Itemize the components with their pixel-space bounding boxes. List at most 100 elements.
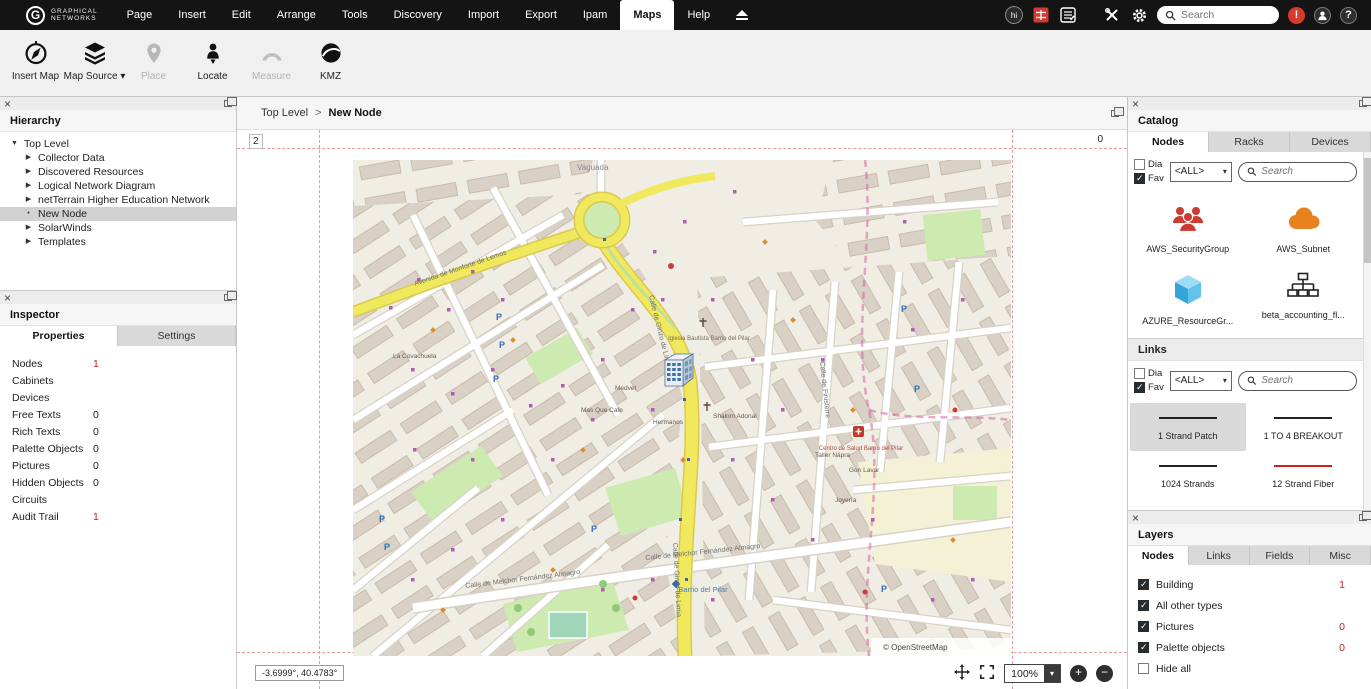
catalog-scrollbar[interactable] [1363, 152, 1371, 510]
checkbox[interactable] [1138, 642, 1149, 653]
checkbox[interactable] [1134, 159, 1145, 170]
menu-export[interactable]: Export [512, 0, 570, 30]
checkbox[interactable] [1138, 600, 1149, 611]
tab-properties[interactable]: Properties [0, 326, 118, 346]
fav-checkbox[interactable]: Fav [1134, 173, 1164, 184]
gear-icon[interactable] [1130, 6, 1148, 24]
close-icon[interactable]: × [4, 292, 11, 304]
catalog-search-input[interactable] [1261, 166, 1348, 177]
tab-layers-links[interactable]: Links [1189, 546, 1250, 565]
menu-insert[interactable]: Insert [165, 0, 219, 30]
tree-item-logical-network-diagram[interactable]: ▶ Logical Network Diagram [0, 179, 236, 193]
kmz-button[interactable]: KMZ [301, 36, 360, 82]
tree-item-discovered-resources[interactable]: ▶ Discovered Resources [0, 165, 236, 179]
dock-icon[interactable] [1111, 110, 1119, 117]
checklist-icon[interactable] [1059, 6, 1077, 24]
expander-icon[interactable]: ▶ [24, 151, 33, 165]
catalog-link-1-to-4-breakout[interactable]: 1 TO 4 BREAKOUT [1246, 403, 1362, 451]
map-container[interactable]: P P P P P P P P P Vaguada Avenida de Mon… [353, 160, 1011, 656]
layer-row-palette-objects[interactable]: Palette objects 0 [1128, 637, 1371, 658]
expander-icon[interactable]: ▶ [24, 221, 33, 235]
zoom-out-button[interactable]: − [1096, 665, 1113, 682]
layer-row-hide-all[interactable]: Hide all [1128, 658, 1371, 679]
catalog-link-1024-strands[interactable]: 1024 Strands [1130, 451, 1246, 499]
zoom-in-button[interactable]: + [1070, 665, 1087, 682]
dock-icon[interactable] [1359, 100, 1367, 107]
user-icon[interactable] [1314, 7, 1331, 24]
catalog-search[interactable] [1238, 162, 1357, 182]
tree-item-top-level[interactable]: ▼ Top Level [0, 137, 236, 151]
checkbox[interactable] [1134, 368, 1145, 379]
breadcrumb-parent[interactable]: Top Level [261, 107, 308, 119]
catalog-node-beta-accounting[interactable]: beta_accounting_fl... [1246, 262, 1362, 334]
catalog-link-1-strand-patch[interactable]: 1 Strand Patch [1130, 403, 1246, 451]
tools-icon[interactable] [1103, 6, 1121, 24]
catalog-node-aws-security-group[interactable]: AWS_SecurityGroup [1130, 194, 1246, 262]
checkbox[interactable] [1138, 663, 1149, 674]
links-search[interactable] [1238, 371, 1357, 391]
menu-discovery[interactable]: Discovery [381, 0, 455, 30]
dia-checkbox[interactable]: Dia [1134, 159, 1164, 170]
menu-ipam[interactable]: Ipam [570, 0, 620, 30]
chevron-down-icon[interactable]: ▾ [1044, 665, 1060, 682]
close-icon[interactable]: × [1132, 98, 1139, 110]
menu-page[interactable]: Page [114, 0, 166, 30]
menu-import[interactable]: Import [455, 0, 512, 30]
hi-badge[interactable]: hi [1005, 6, 1023, 24]
catalog-node-azure-resource-group[interactable]: AZURE_ResourceGr... [1130, 262, 1246, 334]
tab-racks[interactable]: Racks [1209, 132, 1290, 152]
tab-layers-fields[interactable]: Fields [1250, 546, 1311, 565]
close-icon[interactable]: × [1132, 512, 1139, 524]
expander-icon[interactable]: ▶ [24, 165, 33, 179]
dock-icon[interactable] [1359, 514, 1367, 521]
fullscreen-icon[interactable] [979, 664, 995, 683]
zoom-level-select[interactable]: 100% ▾ [1004, 664, 1061, 683]
tab-layers-nodes[interactable]: Nodes [1128, 546, 1189, 565]
page-area[interactable]: 2 0 [237, 130, 1127, 689]
links-type-select[interactable]: <ALL>▾ [1170, 371, 1232, 391]
fav-checkbox[interactable]: Fav [1134, 382, 1164, 393]
tree-item-templates[interactable]: ▶ Templates [0, 235, 236, 249]
help-icon[interactable]: ? [1340, 7, 1357, 24]
eject-icon[interactable] [723, 0, 761, 30]
osm-map[interactable]: P P P P P P P P P Vaguada Avenida de Mon… [353, 160, 1011, 656]
expander-icon[interactable]: ▼ [10, 137, 19, 151]
map-source-button[interactable]: Map Source ▾ [65, 36, 124, 82]
close-icon[interactable]: × [4, 98, 11, 110]
checkbox[interactable] [1138, 621, 1149, 632]
menu-tools[interactable]: Tools [329, 0, 381, 30]
top-search-input[interactable] [1181, 9, 1271, 21]
menu-maps[interactable]: Maps [620, 0, 674, 30]
menu-arrange[interactable]: Arrange [264, 0, 329, 30]
top-search[interactable] [1157, 6, 1279, 24]
checkbox[interactable] [1138, 579, 1149, 590]
tab-settings[interactable]: Settings [118, 326, 236, 346]
catalog-node-aws-subnet[interactable]: AWS_Subnet [1246, 194, 1362, 262]
locate-button[interactable]: Locate [183, 36, 242, 82]
checkbox[interactable] [1134, 173, 1145, 184]
tab-nodes[interactable]: Nodes [1128, 132, 1209, 152]
scrollbar-thumb[interactable] [1364, 158, 1371, 263]
menu-help[interactable]: Help [674, 0, 723, 30]
dock-icon[interactable] [224, 100, 232, 107]
expander-icon[interactable]: ▶ [24, 235, 33, 249]
red-grid-icon[interactable] [1032, 6, 1050, 24]
insert-map-button[interactable]: Insert Map [6, 36, 65, 82]
layer-row-all-other-types[interactable]: All other types [1128, 595, 1371, 616]
checkbox[interactable] [1134, 382, 1145, 393]
expander-icon[interactable]: ▶ [24, 193, 33, 207]
building-node-icon[interactable] [665, 354, 693, 386]
tree-item-collector-data[interactable]: ▶ Collector Data [0, 151, 236, 165]
tree-item-solarwinds[interactable]: ▶ SolarWinds [0, 221, 236, 235]
dock-icon[interactable] [224, 294, 232, 301]
links-search-input[interactable] [1261, 375, 1348, 386]
layer-row-building[interactable]: Building 1 [1128, 574, 1371, 595]
expander-icon[interactable]: ▶ [24, 179, 33, 193]
tab-layers-misc[interactable]: Misc [1310, 546, 1371, 565]
catalog-type-select[interactable]: <ALL>▾ [1170, 162, 1232, 182]
pan-icon[interactable] [954, 664, 970, 683]
alert-icon[interactable]: ! [1288, 7, 1305, 24]
layer-row-pictures[interactable]: Pictures 0 [1128, 616, 1371, 637]
tab-devices[interactable]: Devices [1290, 132, 1371, 152]
menu-edit[interactable]: Edit [219, 0, 264, 30]
